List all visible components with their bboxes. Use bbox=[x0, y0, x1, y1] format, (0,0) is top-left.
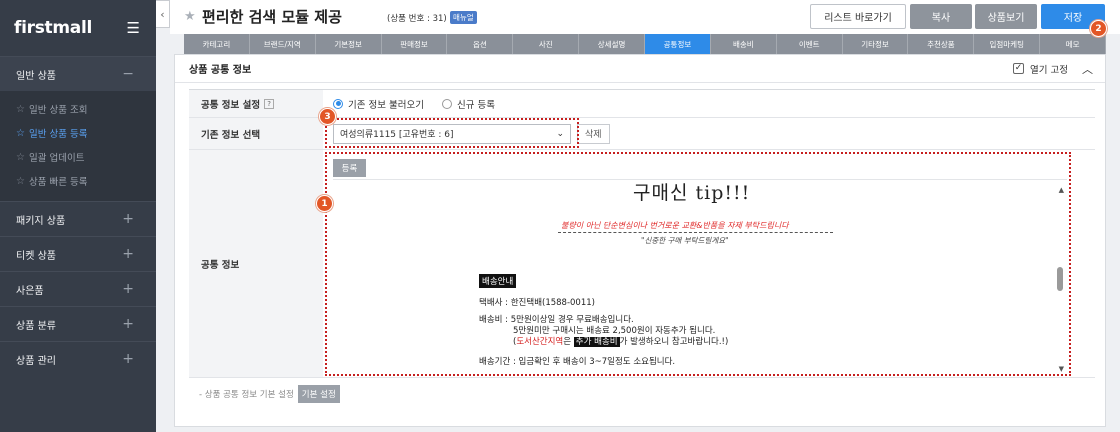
tab-options[interactable]: 옵션 bbox=[447, 34, 514, 54]
sidebar-item-quick-register[interactable]: ☆ 상품 빠른 등록 bbox=[0, 169, 156, 193]
tab-photos[interactable]: 사진 bbox=[513, 34, 580, 54]
manual-badge[interactable]: 매뉴얼 bbox=[450, 11, 477, 24]
sidebar-group-category[interactable]: 상품 분류 + bbox=[0, 306, 156, 341]
tab-sales-info[interactable]: 판매정보 bbox=[381, 34, 448, 54]
section-tabs: 카테고리 브랜드/지역 기본정보 판매정보 옵션 사진 상세설명 공통정보 배송… bbox=[184, 34, 1107, 54]
tab-etc-info[interactable]: 기타정보 bbox=[842, 34, 909, 54]
help-icon[interactable]: ? bbox=[264, 98, 275, 109]
sidebar-group-general[interactable]: 일반 상품 − bbox=[0, 56, 156, 91]
expand-icon: + bbox=[122, 316, 134, 332]
sidebar-item-general-register[interactable]: ☆ 일반 상품 등록 bbox=[0, 121, 156, 145]
sidebar-group-management[interactable]: 상품 관리 + bbox=[0, 341, 156, 376]
tab-brand-region[interactable]: 브랜드/지역 bbox=[249, 34, 316, 54]
tab-description[interactable]: 상세설명 bbox=[579, 34, 646, 54]
setting-label: 공통 정보 설정 bbox=[201, 99, 261, 111]
brand-bar: firstmall ☰ bbox=[0, 0, 156, 56]
goods-number: (상품 번호 : 31) bbox=[387, 14, 447, 24]
sidebar-item-general-list[interactable]: ☆ 일반 상품 조회 bbox=[0, 97, 156, 121]
favorite-star-icon[interactable]: ★ bbox=[184, 9, 196, 24]
sidebar-group-label: 상품 분류 bbox=[16, 320, 56, 332]
fix-open-toggle[interactable]: ✓ 열기 고정 ︿ bbox=[1013, 61, 1093, 77]
page-header: ★ 편리한 검색 모듈 제공 (상품 번호 : 31) 매뉴얼 리스트 바로가기… bbox=[170, 0, 1120, 34]
brand-logo: firstmall bbox=[14, 18, 92, 38]
star-icon: ☆ bbox=[16, 151, 25, 163]
sidebar-group-ticket[interactable]: 티켓 상품 + bbox=[0, 236, 156, 271]
tab-category[interactable]: 카테고리 bbox=[184, 34, 250, 54]
view-product-button[interactable]: 상품보기 bbox=[975, 4, 1037, 29]
panel-title: 상품 공통 정보 bbox=[189, 65, 252, 76]
highlight-box-select bbox=[325, 118, 579, 148]
sidebar-item-bulk-update[interactable]: ☆ 일괄 업데이트 bbox=[0, 145, 156, 169]
radio-existing-label[interactable]: 기존 정보 불러오기 bbox=[348, 97, 424, 111]
chevron-left-icon: ‹ bbox=[160, 7, 165, 21]
tab-memo[interactable]: 메모 bbox=[1040, 34, 1107, 54]
marker-badge: 2 bbox=[1090, 20, 1107, 37]
sidebar-group-package[interactable]: 패키지 상품 + bbox=[0, 201, 156, 236]
sidebar-group-label: 일반 상품 bbox=[16, 70, 56, 82]
row-header: 기존 정보 선택 bbox=[189, 118, 323, 149]
default-setting-label: - 상품 공통 정보 기본 설정 bbox=[199, 390, 294, 400]
highlight-box-editor bbox=[325, 152, 1071, 376]
default-setting-button[interactable]: 기본 설정 bbox=[297, 385, 340, 403]
delete-button[interactable]: 삭제 bbox=[577, 123, 610, 144]
sidebar-group-label: 상품 관리 bbox=[16, 355, 56, 367]
sidebar-collapse-toggle[interactable]: ‹ bbox=[156, 0, 170, 28]
radio-new[interactable] bbox=[441, 98, 452, 109]
tab-recommended[interactable]: 추천상품 bbox=[908, 34, 975, 54]
star-icon: ☆ bbox=[16, 127, 25, 139]
radio-new-label[interactable]: 신규 등록 bbox=[457, 97, 495, 111]
expand-icon: + bbox=[122, 246, 134, 262]
panel-header: 상품 공통 정보 ✓ 열기 고정 ︿ bbox=[175, 55, 1105, 83]
sidebar-group-label: 티켓 상품 bbox=[16, 250, 56, 262]
sidebar-sublist: ☆ 일반 상품 조회 ☆ 일반 상품 등록 ☆ 일괄 업데이트 ☆ 상품 빠른 등록 bbox=[0, 91, 156, 201]
copy-button[interactable]: 복사 bbox=[910, 4, 972, 29]
expand-icon: + bbox=[122, 351, 134, 367]
radio-existing[interactable] bbox=[333, 98, 343, 109]
sidebar-group-gift[interactable]: 사은품 + bbox=[0, 271, 156, 306]
page-title: 편리한 검색 모듈 제공 bbox=[202, 8, 342, 26]
tab-event[interactable]: 이벤트 bbox=[776, 34, 843, 54]
sidebar-item-label: 상품 빠른 등록 bbox=[28, 177, 88, 188]
sidebar-item-label: 일반 상품 등록 bbox=[28, 129, 88, 140]
expand-icon: + bbox=[122, 211, 134, 227]
tab-shipping[interactable]: 배송비 bbox=[710, 34, 777, 54]
row-header: 공통 정보 설정? bbox=[189, 90, 323, 117]
expand-icon: + bbox=[122, 281, 134, 297]
sidebar: firstmall ☰ 일반 상품 − ☆ 일반 상품 조회 ☆ 일반 상품 등록 … bbox=[0, 0, 156, 432]
row-header: 공통 정보 bbox=[189, 150, 323, 377]
star-icon: ☆ bbox=[16, 175, 25, 187]
marker-badge: 1 bbox=[316, 195, 333, 212]
sidebar-group-label: 패키지 상품 bbox=[16, 215, 66, 227]
chevron-up-icon[interactable]: ︿ bbox=[1082, 61, 1093, 77]
fix-open-checkbox[interactable]: ✓ bbox=[1013, 63, 1025, 74]
sidebar-group-label: 사은품 bbox=[16, 285, 44, 297]
menu-icon[interactable]: ☰ bbox=[127, 19, 140, 37]
star-icon: ☆ bbox=[16, 103, 25, 115]
fix-open-label: 열기 고정 bbox=[1030, 64, 1068, 76]
collapse-icon: − bbox=[122, 66, 134, 82]
row-value: 기존 정보 불러오기 신규 등록 bbox=[323, 90, 1095, 117]
tab-marketing[interactable]: 입점마케팅 bbox=[974, 34, 1041, 54]
list-shortcut-button[interactable]: 리스트 바로가기 bbox=[810, 4, 906, 29]
default-setting-row: - 상품 공통 정보 기본 설정 기본 설정 bbox=[199, 385, 340, 403]
sidebar-item-label: 일반 상품 조회 bbox=[28, 105, 88, 116]
marker-badge: 3 bbox=[319, 108, 336, 125]
tab-basic-info[interactable]: 기본정보 bbox=[315, 34, 382, 54]
sidebar-item-label: 일괄 업데이트 bbox=[28, 153, 85, 164]
tab-common-info[interactable]: 공통정보 bbox=[645, 34, 711, 54]
